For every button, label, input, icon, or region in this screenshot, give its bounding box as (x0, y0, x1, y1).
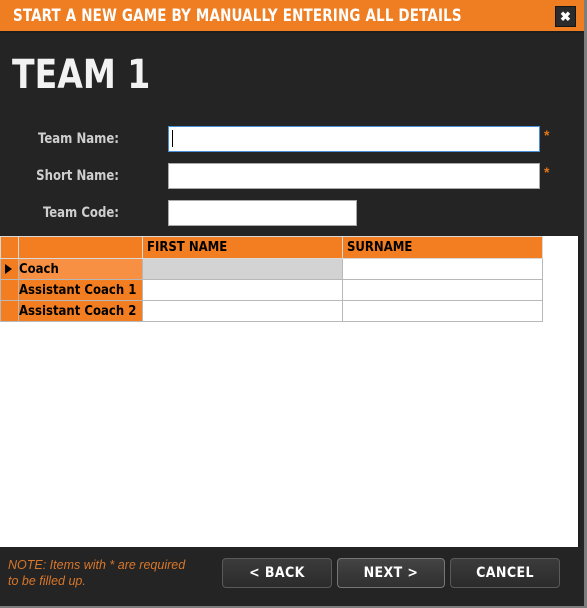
cell-coach-first-name[interactable] (142, 258, 343, 280)
form-row-team-code: Team Code: (0, 200, 584, 234)
cell-coach-surname[interactable] (342, 258, 543, 280)
cell-assistant-coach-1-surname[interactable] (342, 279, 543, 301)
next-button[interactable]: NEXT > (337, 558, 445, 588)
row-label-assistant-coach-1: Assistant Coach 1 (18, 279, 143, 301)
team-name-label: Team Name: (38, 131, 119, 147)
team-details-form: Team Name: * Short Name: * Team Code: (0, 118, 584, 233)
staff-table-panel: FIRST NAME SURNAME Coach Assistant Coach… (0, 236, 580, 547)
cell-assistant-coach-2-first-name[interactable] (142, 300, 343, 322)
column-header-role (18, 236, 143, 259)
team-name-input[interactable] (168, 126, 540, 152)
new-game-dialog: START A NEW GAME BY MANUALLY ENTERING AL… (0, 0, 587, 608)
team-name-required-marker: * (544, 127, 550, 143)
note-line-1: NOTE: Items with * are (8, 558, 136, 572)
table-header-row: FIRST NAME SURNAME (0, 236, 543, 259)
column-header-surname[interactable]: SURNAME (342, 236, 543, 259)
cancel-button[interactable]: CANCEL (450, 558, 560, 588)
short-name-label: Short Name: (36, 168, 119, 184)
cell-assistant-coach-1-first-name[interactable] (142, 279, 343, 301)
cell-assistant-coach-2-surname[interactable] (342, 300, 543, 322)
dialog-titlebar: START A NEW GAME BY MANUALLY ENTERING AL… (0, 0, 584, 33)
short-name-required-marker: * (544, 164, 550, 180)
text-caret (172, 130, 173, 147)
back-button[interactable]: < BACK (222, 558, 332, 588)
table-row: Assistant Coach 2 (0, 300, 543, 322)
staff-table: FIRST NAME SURNAME Coach Assistant Coach… (0, 236, 543, 322)
required-fields-note: NOTE: Items with * are required to be fi… (8, 557, 188, 589)
dialog-title: START A NEW GAME BY MANUALLY ENTERING AL… (13, 6, 462, 26)
team-code-input[interactable] (168, 200, 357, 226)
row-selector-arrow-icon[interactable] (0, 258, 19, 280)
form-row-team-name: Team Name: * (0, 126, 584, 160)
form-row-short-name: Short Name: * (0, 163, 584, 197)
close-icon[interactable]: ✖ (555, 6, 576, 27)
page-title: TEAM 1 (12, 52, 151, 98)
short-name-input[interactable] (168, 163, 540, 189)
column-header-selector (0, 236, 19, 259)
column-header-first-name[interactable]: FIRST NAME (142, 236, 343, 259)
row-label-coach: Coach (18, 258, 143, 280)
team-code-label: Team Code: (42, 205, 120, 221)
table-row: Coach (0, 258, 543, 280)
row-selector[interactable] (0, 279, 19, 301)
table-row: Assistant Coach 1 (0, 279, 543, 301)
dialog-footer: NOTE: Items with * are required to be fi… (0, 547, 584, 606)
row-label-assistant-coach-2: Assistant Coach 2 (18, 300, 143, 322)
row-selector[interactable] (0, 300, 19, 322)
